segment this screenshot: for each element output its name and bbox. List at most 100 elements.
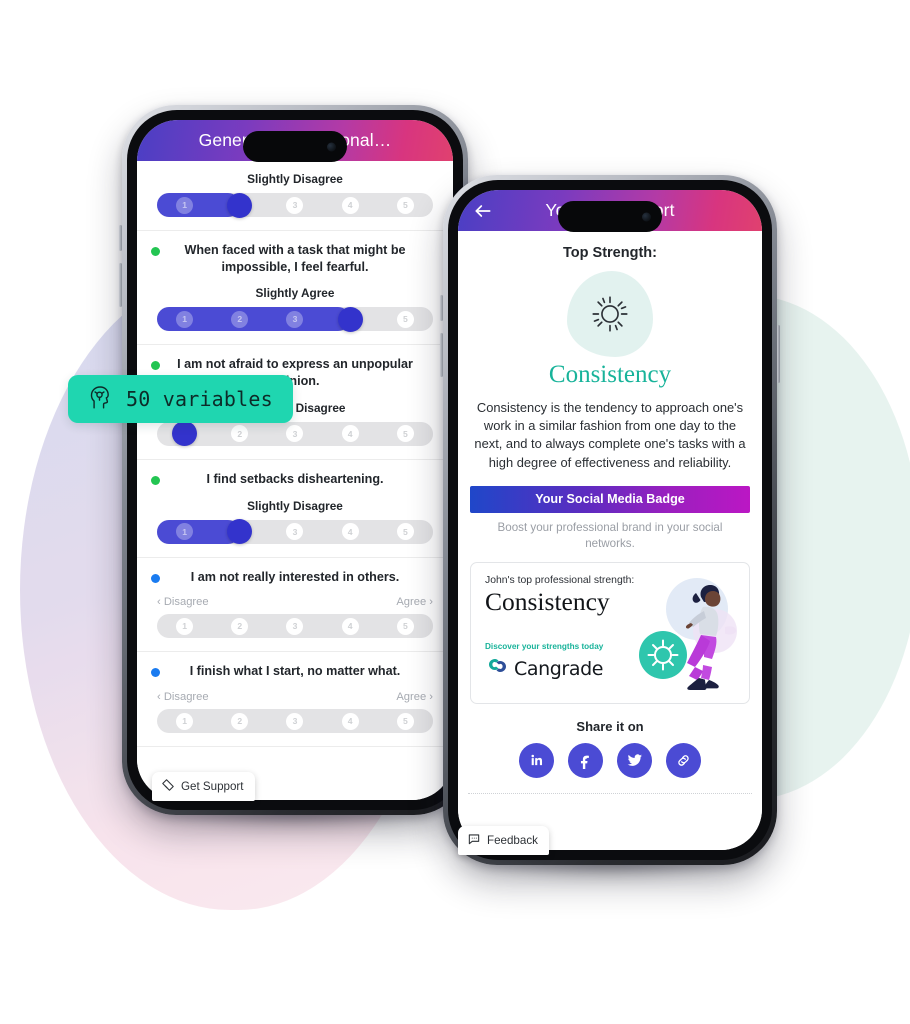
question-text: I find setbacks disheartening.	[206, 471, 384, 486]
likert-slider[interactable]: 12345	[157, 306, 433, 332]
slider-tick[interactable]: 5	[396, 712, 414, 730]
dynamic-island	[243, 131, 347, 162]
social-media-badge-button[interactable]: Your Social Media Badge	[470, 485, 750, 513]
slider-tick[interactable]: 5	[396, 425, 414, 443]
survey-question-item: I am not really interested in others. ‹ D…	[137, 558, 453, 653]
slider-tick[interactable]: 2	[231, 617, 249, 635]
scale-max-label: Agree ›	[396, 596, 433, 609]
share-buttons-row	[458, 742, 762, 778]
strength-description: Consistency is the tendency to approach …	[474, 400, 746, 470]
slider-tick[interactable]: 4	[341, 196, 359, 214]
share-facebook-button[interactable]	[568, 742, 603, 778]
report-divider	[468, 792, 752, 794]
slider-tick[interactable]: 2	[231, 310, 249, 328]
slider-tick[interactable]: 3	[286, 196, 304, 214]
survey-question-item: I finish what I start, no matter what. ‹ …	[137, 652, 453, 748]
slider-tick[interactable]: 3	[286, 617, 304, 635]
question-text: When faced with a task that might be imp…	[184, 243, 406, 274]
question-answer-label: Slightly Agree	[255, 286, 335, 301]
slider-tick[interactable]: 1	[176, 617, 194, 635]
get-support-widget[interactable]: Get Support	[152, 772, 255, 801]
phone-frame: General M… Personal… Slightly Disagree12…	[119, 105, 471, 815]
dynamic-island	[558, 201, 662, 232]
share-twitter-button[interactable]	[617, 742, 652, 778]
volume-down-button[interactable]	[440, 333, 443, 377]
scale-end-labels: ‹ Disagree Agree ›	[151, 691, 439, 703]
slider-ticks: 12345	[157, 520, 433, 544]
phone-bezel: Your C… Report Top Strength:	[448, 180, 772, 860]
slider-tick[interactable]: 1	[176, 712, 194, 730]
feedback-label: Feedback	[487, 834, 538, 847]
slider-tick[interactable]: 3	[286, 310, 304, 328]
slider-ticks: 1 2 3 4 5	[157, 709, 433, 733]
speech-bubble-icon	[467, 832, 481, 849]
slider-thumb[interactable]	[337, 306, 363, 332]
survey-question-list[interactable]: Slightly Disagree 1 2 3 4 5 When faced with a …	[137, 161, 453, 800]
badge-card[interactable]: John's top professional strength: Consis…	[470, 561, 750, 704]
question-status-dot	[151, 475, 160, 485]
cangrade-logo-icon	[485, 654, 509, 683]
variables-pill: 50 variables	[68, 375, 293, 423]
slider-tick[interactable]: 5	[396, 310, 414, 328]
slider-tick[interactable]: 1	[176, 310, 194, 328]
sun-icon	[567, 271, 653, 357]
walking-person-illustration	[633, 569, 745, 703]
ticket-icon	[161, 778, 175, 795]
volume-up-button[interactable]	[440, 295, 443, 321]
question-answer-label: Slightly Disagree	[247, 498, 343, 513]
front-camera-icon	[327, 142, 336, 151]
slider-tick[interactable]: 2	[231, 425, 249, 443]
survey-question-item: When faced with a task that might be imp…	[137, 231, 453, 346]
power-button[interactable]	[777, 325, 780, 383]
volume-down-button[interactable]	[119, 263, 122, 307]
slider-tick[interactable]: 5	[396, 196, 414, 214]
scale-min-label: ‹ Disagree	[157, 691, 209, 704]
slider-tick[interactable]: 3	[286, 712, 304, 730]
slider-tick[interactable]: 4	[341, 712, 359, 730]
page-stage: General M… Personal… Slightly Disagree12…	[0, 0, 910, 1024]
slider-tick[interactable]: 1	[176, 523, 194, 541]
report-screen: Your C… Report Top Strength:	[458, 190, 762, 850]
likert-slider[interactable]: 12345	[157, 192, 433, 218]
slider-tick[interactable]: 4	[341, 523, 359, 541]
question-answer-label: Slightly Disagree	[247, 172, 343, 186]
slider-ticks: 1 2 3 4 5	[157, 614, 433, 638]
slider-ticks: 12345	[157, 422, 433, 446]
slider-tick[interactable]: 5	[396, 617, 414, 635]
back-arrow-icon[interactable]	[472, 200, 494, 222]
volume-up-button[interactable]	[119, 225, 122, 251]
likert-slider[interactable]: 12345	[157, 421, 433, 447]
share-copy-link-button[interactable]	[666, 742, 701, 778]
scale-max-label: Agree ›	[396, 691, 433, 704]
likert-slider[interactable]: 1 2 3 4 5	[157, 709, 433, 734]
question-text: I finish what I start, no matter what.	[189, 664, 401, 679]
survey-question-item: I find setbacks disheartening. Slightly D…	[137, 460, 453, 558]
slider-tick[interactable]: 5	[396, 523, 414, 541]
head-brain-icon	[84, 382, 114, 417]
slider-tick[interactable]: 4	[341, 617, 359, 635]
question-text: I am not really interested in others.	[190, 569, 400, 584]
variables-pill-label: 50 variables	[126, 387, 273, 411]
question-status-dot	[151, 247, 160, 256]
feedback-widget[interactable]: Feedback	[458, 826, 549, 855]
share-title: Share it on	[576, 718, 644, 734]
slider-thumb[interactable]	[227, 192, 253, 218]
top-strength-label: Top Strength:	[563, 245, 657, 261]
report-phone: Your C… Report Top Strength:	[440, 175, 780, 881]
front-camera-icon	[642, 212, 651, 221]
slider-tick[interactable]: 3	[286, 523, 304, 541]
slider-tick[interactable]: 4	[341, 425, 359, 443]
slider-tick[interactable]: 2	[231, 712, 249, 730]
phone-frame: Your C… Report Top Strength:	[440, 175, 780, 865]
survey-question-item: Slightly Disagree12345	[137, 161, 453, 231]
strength-name: Consistency	[548, 361, 672, 388]
survey-phone: General M… Personal… Slightly Disagree12…	[119, 105, 471, 831]
slider-tick[interactable]: 3	[286, 425, 304, 443]
slider-tick[interactable]: 1	[176, 196, 194, 214]
likert-slider[interactable]: 1 2 3 4 5	[157, 614, 433, 639]
share-linkedin-button[interactable]	[519, 742, 554, 778]
strength-icon-container	[458, 271, 762, 357]
likert-slider[interactable]: 12345	[157, 519, 433, 545]
slider-ticks: 12345	[157, 193, 433, 217]
report-content: Top Strength: Consistency Consistency is…	[458, 231, 762, 850]
